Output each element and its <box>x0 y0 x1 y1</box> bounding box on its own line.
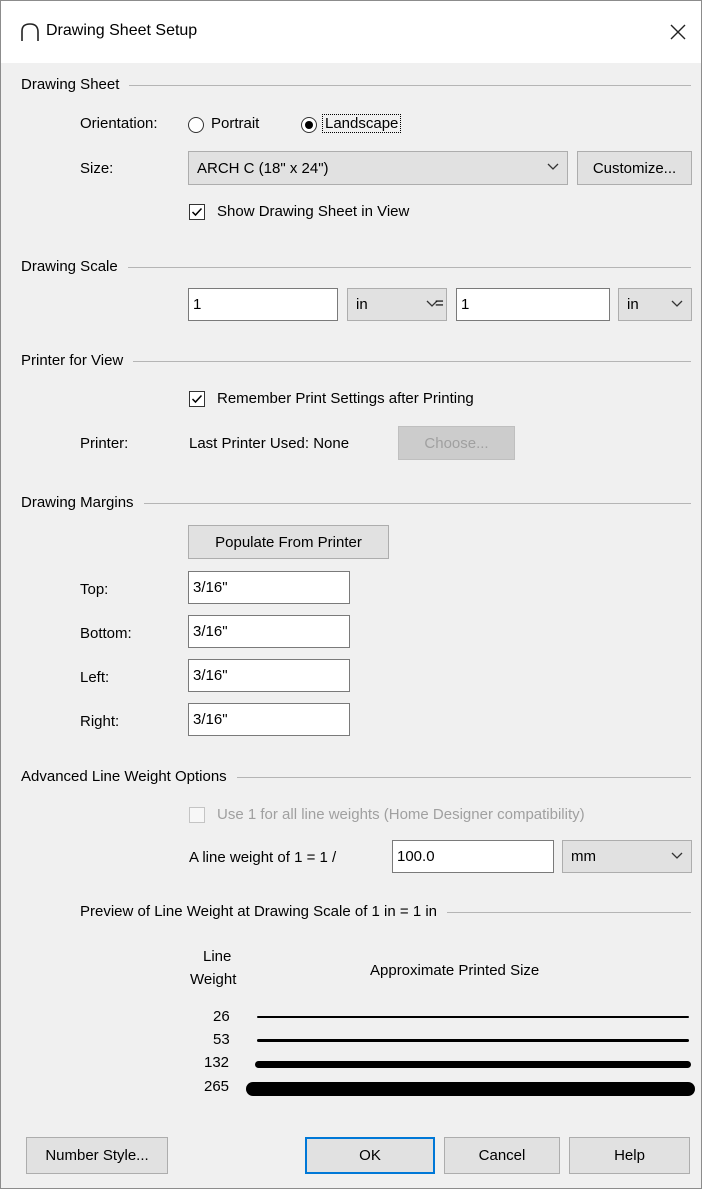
cancel-button[interactable]: Cancel <box>444 1137 560 1174</box>
scale-right-unit: in <box>627 296 639 313</box>
close-icon <box>670 24 686 40</box>
size-label: Size: <box>80 160 114 177</box>
chevron-down-icon <box>671 852 683 859</box>
column-header-printed-size: Approximate Printed Size <box>370 962 540 979</box>
chevron-down-icon <box>547 163 559 170</box>
section-divider <box>129 84 691 86</box>
column-header-line: Line <box>203 948 232 965</box>
help-button[interactable]: Help <box>569 1137 690 1174</box>
section-label: Printer for View <box>21 351 124 369</box>
section-label: Preview of Line Weight at Drawing Scale … <box>80 902 437 920</box>
margin-right-input[interactable]: 3/16" <box>188 703 350 736</box>
populate-from-printer-button[interactable]: Populate From Printer <box>188 525 389 559</box>
section-printer-for-view: Printer for View <box>21 350 691 370</box>
line-weight-sample-26 <box>257 1016 689 1018</box>
margin-top-label: Top: <box>80 581 109 598</box>
show-drawing-sheet-checkbox[interactable] <box>189 204 205 220</box>
size-value: ARCH C (18" x 24") <box>197 159 329 177</box>
checkmark-icon <box>191 394 203 404</box>
section-label: Drawing Margins <box>21 493 134 511</box>
title-bar: Drawing Sheet Setup <box>1 1 701 63</box>
choose-printer-button[interactable]: Choose... <box>398 426 515 460</box>
scale-left-unit: in <box>356 296 368 313</box>
section-divider <box>447 911 691 913</box>
line-weight-unit: mm <box>571 848 596 865</box>
drawing-sheet-setup-dialog: Drawing Sheet Setup Drawing Sheet Orient… <box>0 0 702 1189</box>
scale-right-unit-select[interactable]: in <box>618 288 692 321</box>
scale-left-value-input[interactable]: 1 <box>188 288 338 321</box>
section-divider <box>133 360 691 362</box>
section-drawing-scale: Drawing Scale <box>21 256 691 276</box>
radio-selected-dot <box>305 121 313 129</box>
margin-left-input[interactable]: 3/16" <box>188 659 350 692</box>
section-line-weight-preview: Preview of Line Weight at Drawing Scale … <box>80 901 691 921</box>
section-divider <box>236 776 691 778</box>
ok-button[interactable]: OK <box>305 1137 435 1174</box>
remember-print-settings-label[interactable]: Remember Print Settings after Printing <box>217 390 474 407</box>
number-style-button[interactable]: Number Style... <box>26 1137 168 1174</box>
remember-print-settings-checkbox[interactable] <box>189 391 205 407</box>
chevron-down-icon <box>671 300 683 307</box>
orientation-label: Orientation: <box>80 115 158 132</box>
portrait-label[interactable]: Portrait <box>211 115 259 132</box>
arch-icon <box>21 23 39 41</box>
scale-right-value-input[interactable]: 1 <box>456 288 610 321</box>
customize-button[interactable]: Customize... <box>577 151 692 185</box>
landscape-radio[interactable] <box>301 117 317 133</box>
window-title: Drawing Sheet Setup <box>46 22 198 39</box>
line-weight-of-label: A line weight of 1 = 1 / <box>189 849 337 866</box>
section-drawing-sheet: Drawing Sheet <box>21 74 691 94</box>
margin-top-input[interactable]: 3/16" <box>188 571 350 604</box>
section-label: Drawing Sheet <box>21 75 120 93</box>
section-label: Drawing Scale <box>21 257 118 275</box>
line-weight-sample-132 <box>255 1061 691 1068</box>
line-weight-value-input[interactable]: 100.0 <box>392 840 554 873</box>
use-one-line-weight-checkbox[interactable] <box>189 807 205 823</box>
line-weight-row-label: 53 <box>213 1031 230 1048</box>
line-weight-row-label: 26 <box>213 1008 230 1025</box>
section-divider <box>127 266 691 268</box>
size-select[interactable]: ARCH C (18" x 24") <box>188 151 568 185</box>
portrait-radio[interactable] <box>188 117 204 133</box>
column-header-weight: Weight <box>190 971 237 988</box>
scale-left-unit-select[interactable]: in <box>347 288 447 321</box>
line-weight-row-label: 132 <box>204 1054 230 1071</box>
section-label: Advanced Line Weight Options <box>21 767 227 785</box>
line-weight-unit-select[interactable]: mm <box>562 840 692 873</box>
last-printer-text: Last Printer Used: None <box>189 435 350 452</box>
margin-bottom-input[interactable]: 3/16" <box>188 615 350 648</box>
margin-right-label: Right: <box>80 713 120 730</box>
printer-label: Printer: <box>80 435 129 452</box>
margin-left-label: Left: <box>80 669 110 686</box>
line-weight-sample-265 <box>246 1082 695 1096</box>
landscape-label[interactable]: Landscape <box>321 114 402 133</box>
section-drawing-margins: Drawing Margins <box>21 492 691 512</box>
show-drawing-sheet-label[interactable]: Show Drawing Sheet in View <box>217 203 409 220</box>
line-weight-row-label: 265 <box>204 1078 230 1095</box>
line-weight-sample-53 <box>257 1039 689 1042</box>
margin-bottom-label: Bottom: <box>80 625 132 642</box>
section-advanced-line-weight: Advanced Line Weight Options <box>21 766 691 786</box>
close-button[interactable] <box>655 1 701 63</box>
checkmark-icon <box>191 207 203 217</box>
use-one-line-weight-label: Use 1 for all line weights (Home Designe… <box>217 806 585 823</box>
section-divider <box>143 502 691 504</box>
equals-sign: = <box>435 295 444 312</box>
